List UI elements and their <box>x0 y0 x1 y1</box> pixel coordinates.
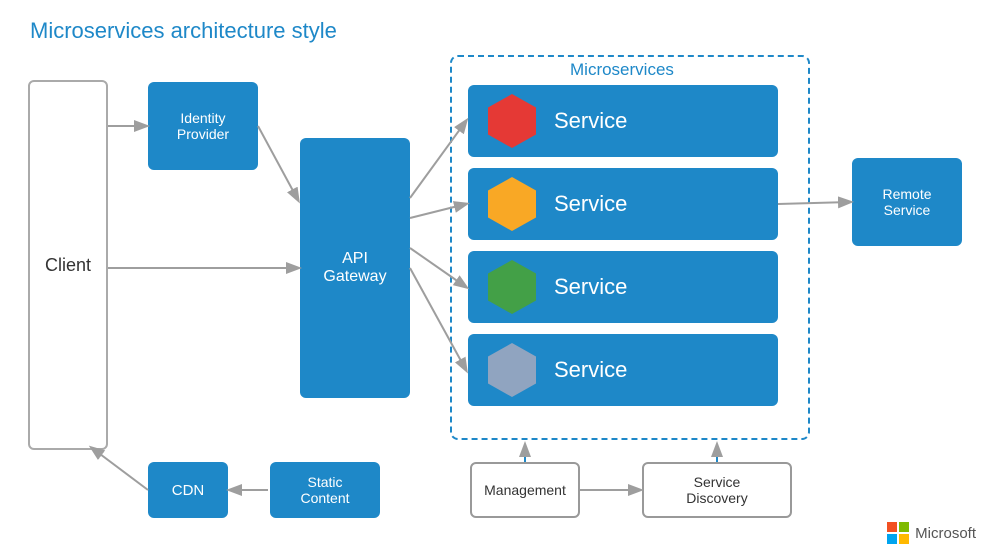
ms-grid-icon <box>887 522 909 544</box>
microsoft-logo: Microsoft <box>887 522 976 544</box>
microsoft-text: Microsoft <box>915 525 976 542</box>
remote-service-label: RemoteService <box>882 186 931 218</box>
identity-provider-box: IdentityProvider <box>148 82 258 170</box>
ms-yellow-square <box>899 534 909 544</box>
identity-provider-label: IdentityProvider <box>177 110 229 142</box>
microservices-title: Microservices <box>570 60 674 80</box>
service-box-1: Service <box>468 85 778 157</box>
service-label-1: Service <box>554 108 627 134</box>
management-label: Management <box>484 482 566 498</box>
client-box: Client <box>28 80 108 450</box>
service-label-3: Service <box>554 274 627 300</box>
api-gateway-box: APIGateway <box>300 138 410 398</box>
hex-icon-yellow <box>488 177 536 231</box>
remote-service-box: RemoteService <box>852 158 962 246</box>
api-gateway-label: APIGateway <box>323 250 386 286</box>
ms-green-square <box>899 522 909 532</box>
static-content-label: StaticContent <box>300 474 349 506</box>
ms-blue-square <box>887 534 897 544</box>
ms-red-square <box>887 522 897 532</box>
hex-icon-blue <box>488 343 536 397</box>
static-content-box: StaticContent <box>270 462 380 518</box>
service-box-4: Service <box>468 334 778 406</box>
management-box: Management <box>470 462 580 518</box>
page-title: Microservices architecture style <box>30 18 337 44</box>
client-label: Client <box>45 255 91 276</box>
service-box-3: Service <box>468 251 778 323</box>
hex-icon-green <box>488 260 536 314</box>
cdn-label: CDN <box>172 482 205 499</box>
service-box-2: Service <box>468 168 778 240</box>
service-discovery-label: ServiceDiscovery <box>686 474 747 506</box>
service-label-2: Service <box>554 191 627 217</box>
hex-icon-red <box>488 94 536 148</box>
service-label-4: Service <box>554 357 627 383</box>
service-discovery-box: ServiceDiscovery <box>642 462 792 518</box>
cdn-box: CDN <box>148 462 228 518</box>
